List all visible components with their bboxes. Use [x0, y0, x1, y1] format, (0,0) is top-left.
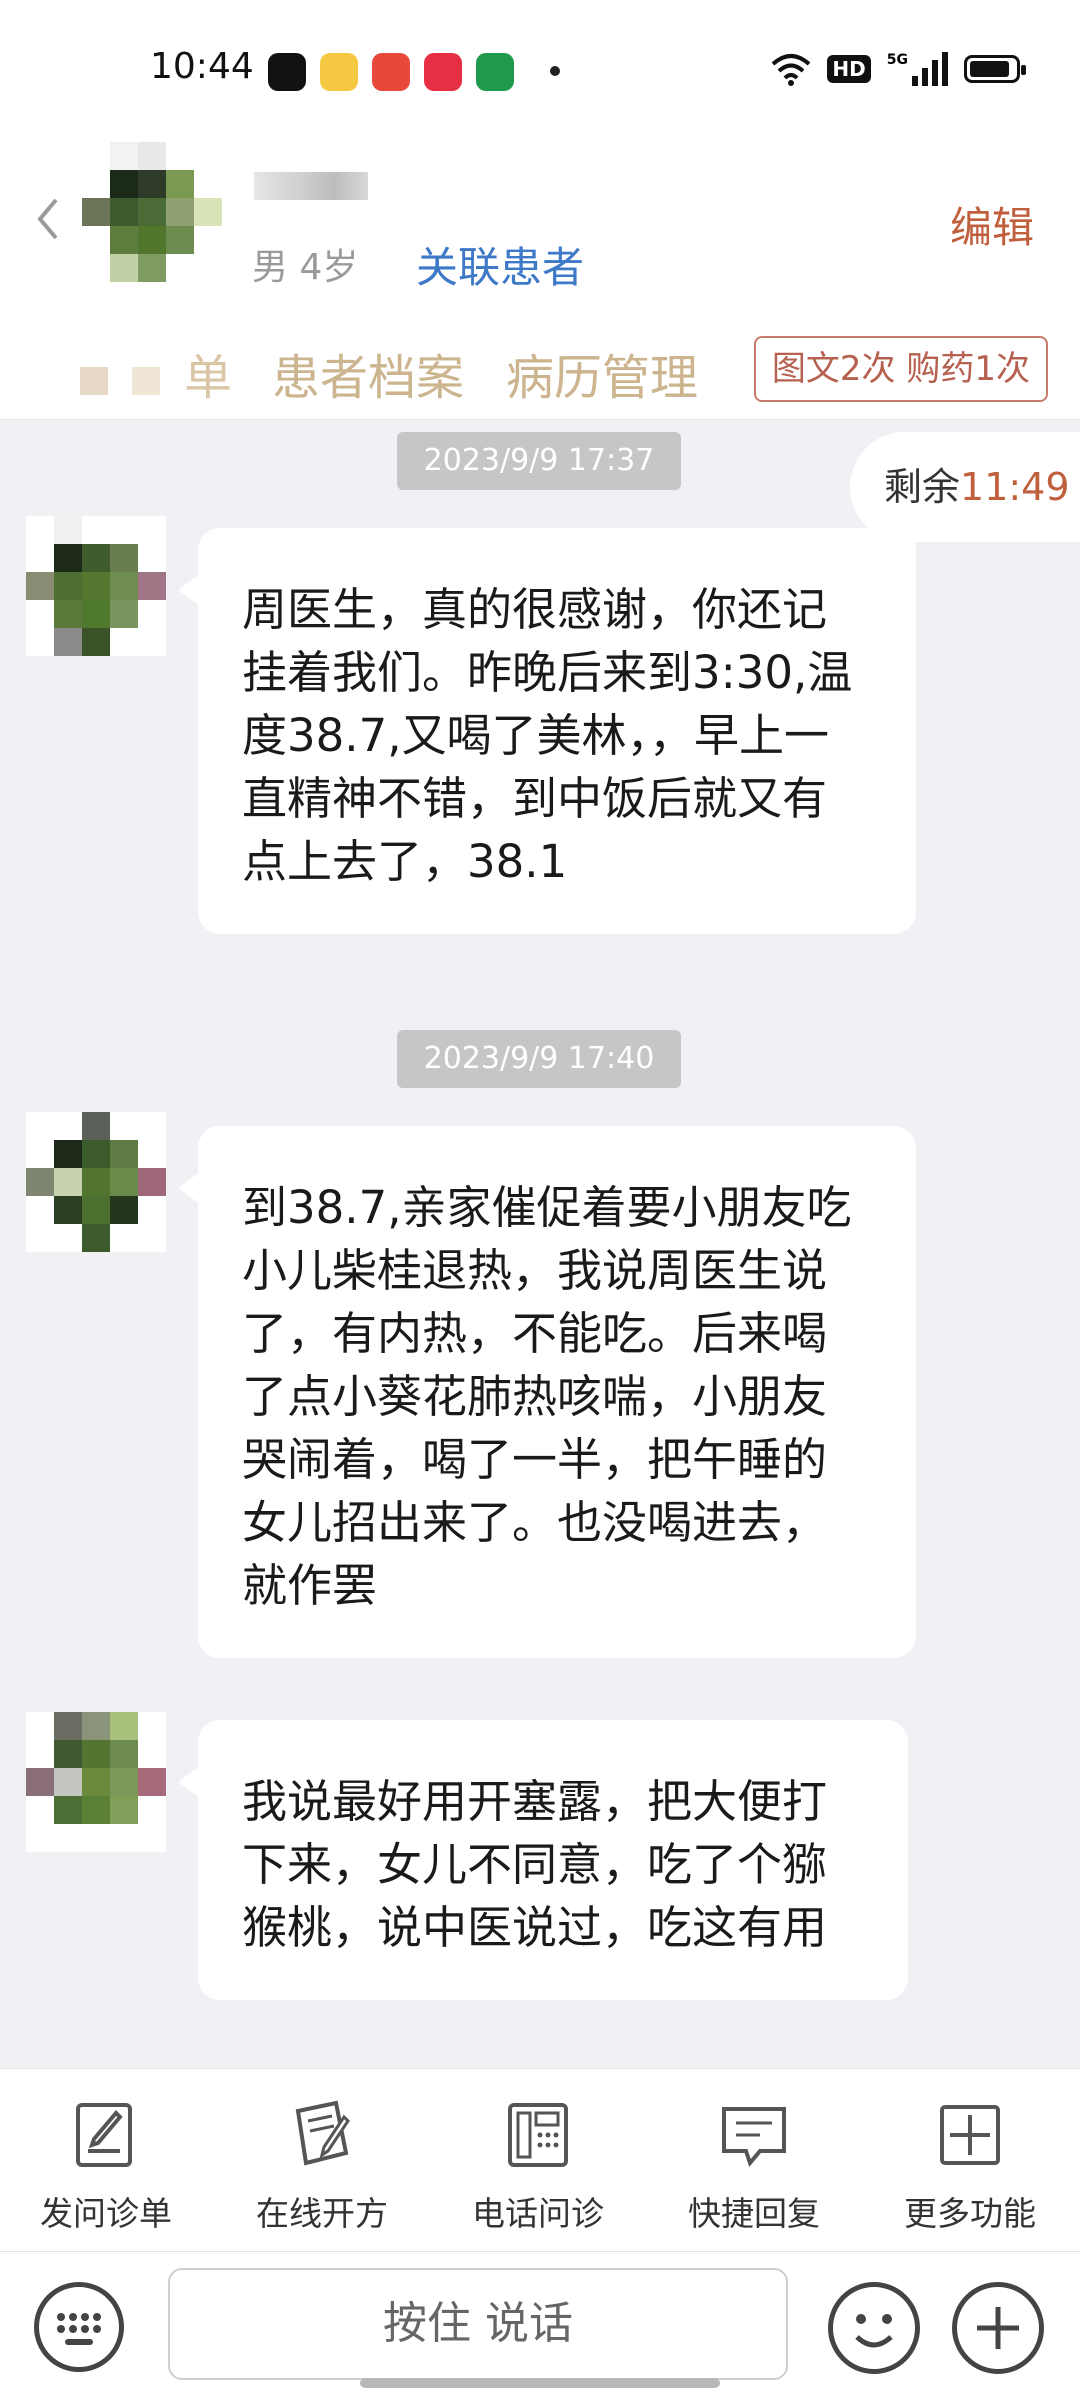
form-icon — [76, 2103, 132, 2167]
patient-name-blurred — [254, 172, 368, 200]
tab-patient-profile[interactable]: 患者档案 — [272, 338, 464, 408]
weibo-icon — [320, 53, 358, 91]
input-bar: 按住 说话 — [0, 2252, 1080, 2400]
remaining-time-badge: 剩余11:49 — [850, 432, 1080, 542]
patient-header: 男 4岁 关联患者 编辑 单 患者档案 病历管理 图文2次 购药1次 — [0, 120, 1080, 420]
prescription-icon — [295, 2100, 350, 2166]
link-patient-link[interactable]: 关联患者 — [416, 234, 584, 295]
status-time: 10:44 — [150, 46, 254, 87]
xiaohongshu-icon — [424, 53, 462, 91]
message-timestamp: 2023/9/9 17:37 — [397, 432, 681, 490]
keyboard-toggle-button[interactable] — [34, 2282, 124, 2372]
send-form-button[interactable]: 发问诊单 — [16, 2095, 196, 2235]
status-bar: 10:44 HD 5G — [0, 0, 1080, 120]
patient-avatar[interactable] — [82, 142, 222, 282]
plus-icon — [977, 2307, 1019, 2349]
message-text: 周医生，真的很感谢，你还记 挂着我们。昨晚后来到3:30,温 度38.7,又喝了… — [242, 583, 853, 888]
keyboard-icon — [57, 2313, 101, 2345]
add-attachment-button[interactable] — [952, 2282, 1044, 2374]
sender-avatar[interactable] — [26, 1712, 166, 1852]
service-count-badge[interactable]: 图文2次 购药1次 — [753, 336, 1048, 402]
more-functions-button[interactable]: 更多功能 — [880, 2095, 1060, 2235]
battery-icon — [964, 55, 1026, 83]
header-tabs: 单 患者档案 病历管理 图文2次 购药1次 — [0, 330, 1080, 406]
message-bubble[interactable]: 到38.7,亲家催促着要小朋友吃 小儿柴桂退热，我说周医生说 了，有内热，不能吃… — [178, 1126, 916, 1658]
more-icon — [940, 2105, 1000, 2165]
online-prescription-button[interactable]: 在线开方 — [232, 2095, 412, 2235]
home-indicator[interactable] — [360, 2378, 720, 2388]
edit-button[interactable]: 编辑 — [950, 194, 1034, 255]
message-bubble[interactable]: 我说最好用开塞露，把大便打 下来，女儿不同意，吃了个猕 猴桃，说中医说过，吃这有… — [178, 1720, 908, 2000]
function-toolbar: 发问诊单 在线开方 电话问诊 快捷回复 更多功能 — [0, 2068, 1080, 2252]
quick-reply-button[interactable]: 快捷回复 — [664, 2095, 844, 2235]
system-indicators: HD 5G — [771, 52, 1026, 86]
tab-medical-records[interactable]: 病历管理 — [506, 338, 698, 408]
quick-reply-icon — [722, 2107, 786, 2168]
hold-to-talk-button[interactable]: 按住 说话 — [168, 2268, 788, 2380]
phone-icon — [508, 2103, 568, 2167]
quick-reply-label: 快捷回复 — [688, 2194, 820, 2233]
message-timestamp: 2023/9/9 17:40 — [397, 1030, 681, 1088]
wifi-icon — [772, 54, 811, 86]
more-notifications-dot — [550, 66, 560, 76]
douyin-icon — [268, 53, 306, 91]
back-icon[interactable] — [34, 194, 64, 244]
more-functions-label: 更多功能 — [904, 2194, 1036, 2233]
meituan-icon — [372, 53, 410, 91]
message-bubble[interactable]: 周医生，真的很感谢，你还记 挂着我们。昨晚后来到3:30,温 度38.7,又喝了… — [178, 528, 916, 934]
emoji-button[interactable] — [828, 2282, 920, 2374]
phone-consult-button[interactable]: 电话问诊 — [448, 2095, 628, 2235]
message-text: 到38.7,亲家催促着要小朋友吃 小儿柴桂退热，我说周医生说 了，有内热，不能吃… — [242, 1181, 852, 1612]
remaining-countdown: 11:49 — [960, 465, 1070, 509]
oppo-icon — [476, 53, 514, 91]
online-prescription-label: 在线开方 — [256, 2194, 388, 2233]
sender-avatar[interactable] — [26, 1112, 166, 1252]
sender-avatar[interactable] — [26, 516, 166, 656]
signal-icon: 5G — [887, 52, 948, 86]
patient-gender-age: 男 4岁 — [252, 247, 359, 288]
message-text: 我说最好用开塞露，把大便打 下来，女儿不同意，吃了个猕 猴桃，说中医说过，吃这有… — [242, 1775, 828, 1954]
hd-icon: HD — [827, 55, 871, 83]
phone-consult-label: 电话问诊 — [472, 2194, 604, 2233]
send-form-label: 发问诊单 — [40, 2194, 172, 2233]
emoji-icon — [855, 2314, 893, 2348]
tab-partial[interactable]: 单 — [80, 338, 232, 408]
